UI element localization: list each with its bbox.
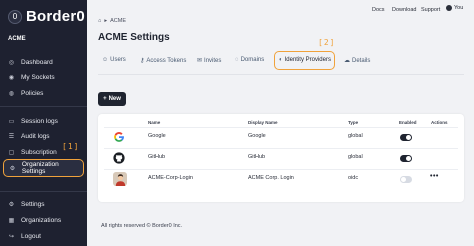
sidebar-item-label: Dashboard: [21, 58, 53, 66]
sidebar-item-policies[interactable]: ◍ Policies: [0, 86, 87, 100]
sidebar-item-audit-logs[interactable]: ☰ Audit logs: [0, 129, 87, 143]
provider-name: Google: [148, 133, 166, 139]
page-title: ACME Settings: [98, 32, 170, 43]
session-logs-icon: ▭: [8, 118, 15, 125]
tabs-divider: [98, 74, 464, 75]
tab-label: Invites: [204, 57, 222, 64]
callout-label-2: [2]: [318, 38, 336, 47]
provider-display-name: Google: [248, 133, 266, 139]
home-icon[interactable]: ⌂: [98, 18, 101, 24]
sidebar-item-my-sockets[interactable]: ◉ My Sockets: [0, 70, 87, 84]
tab-invites[interactable]: ✉ Invites: [197, 57, 222, 65]
new-button[interactable]: + New: [98, 92, 126, 106]
table-row-divider: [104, 169, 458, 170]
sidebar-item-organization-settings[interactable]: ⚙ Organization Settings: [3, 159, 84, 177]
tab-domains[interactable]: ◌ Domains: [235, 57, 264, 63]
column-header-actions: Actions: [431, 120, 448, 125]
sidebar-item-organizations[interactable]: ▦ Organizations: [0, 213, 87, 227]
sidebar-item-label: Policies: [21, 89, 44, 97]
column-header-type: Type: [348, 120, 359, 125]
globe-icon: ◌: [235, 57, 239, 63]
sockets-icon: ◉: [8, 74, 15, 81]
column-header-enabled: Enabled: [399, 120, 417, 125]
sidebar-item-label: Session logs: [21, 117, 58, 125]
org-name: ACME: [8, 36, 26, 42]
tab-label: Details: [352, 57, 371, 64]
enabled-toggle[interactable]: [400, 134, 412, 141]
sidebar-item-settings[interactable]: ⚙ Settings: [0, 197, 87, 211]
organizations-icon: ▦: [8, 217, 15, 224]
sidebar-item-label: Organization Settings: [21, 161, 59, 175]
sidebar-item-label: Settings: [21, 200, 45, 208]
subscription-icon: ▢: [8, 149, 15, 156]
provider-display-name: GitHub: [248, 154, 266, 160]
table-header-divider: [104, 127, 458, 128]
provider-type: oidc: [348, 175, 359, 181]
sidebar-item-label: My Sockets: [21, 73, 55, 81]
tab-label: Access Tokens: [146, 57, 187, 64]
callout-label-1: [1]: [62, 142, 80, 151]
sidebar-item-logout[interactable]: ↪ Logout: [0, 229, 87, 243]
cloud-icon: ☁: [344, 58, 350, 64]
audit-logs-icon: ☰: [8, 133, 15, 140]
table-row-divider: [104, 148, 458, 149]
provider-name: GitHub: [148, 154, 166, 160]
acme-avatar-icon: [113, 172, 127, 186]
logout-icon: ↪: [8, 233, 15, 240]
sidebar-item-dashboard[interactable]: ◎ Dashboard: [0, 55, 87, 69]
tab-label: Identity Providers: [284, 57, 331, 63]
enabled-toggle[interactable]: [400, 176, 412, 183]
identity-icon: ◐: [279, 57, 283, 63]
docs-link[interactable]: Docs: [372, 7, 385, 13]
enabled-toggle[interactable]: [400, 155, 412, 162]
column-header-display-name: Display Name: [248, 120, 278, 125]
footer-copyright: All rights reserved © Border0 Inc.: [101, 223, 183, 229]
user-menu[interactable]: You: [446, 5, 463, 11]
gear-icon: ⚙: [9, 165, 16, 172]
provider-name: ACME-Corp-Login: [148, 175, 193, 181]
policies-icon: ◍: [8, 90, 15, 97]
sidebar-item-label: Organizations: [21, 216, 62, 224]
breadcrumb-separator: ▸: [104, 18, 108, 24]
sidebar-item-session-logs[interactable]: ▭ Session logs: [0, 114, 87, 128]
tab-label: Users: [110, 57, 126, 63]
gear-icon: ⚙: [8, 201, 15, 208]
google-logo-icon: [112, 130, 126, 144]
tab-details[interactable]: ☁ Details: [344, 57, 371, 65]
key-icon: ⚷: [140, 58, 145, 64]
support-link[interactable]: Support: [421, 7, 440, 13]
invite-icon: ✉: [197, 58, 203, 64]
user-label: You: [454, 5, 464, 11]
tab-identity-providers[interactable]: ◐ Identity Providers: [279, 57, 331, 63]
brand-logo[interactable]: 0 Border0: [8, 8, 85, 25]
new-button-label: New: [108, 96, 121, 102]
breadcrumb-current: ACME: [110, 18, 126, 24]
users-icon: ☺: [102, 57, 109, 63]
github-logo-icon: [112, 151, 126, 165]
sidebar-item-label: Subscription: [21, 148, 57, 156]
plus-icon: +: [103, 96, 107, 102]
brand-name: Border0: [26, 8, 85, 25]
breadcrumb: ⌂ ▸ ACME: [98, 18, 126, 24]
column-header-name: Name: [148, 120, 161, 125]
sidebar-item-label: Logout: [21, 232, 41, 240]
sidebar-item-label: Audit logs: [21, 132, 50, 140]
dashboard-icon: ◎: [8, 59, 15, 66]
sidebar: 0 Border0 ACME ◎ Dashboard ◉ My Sockets …: [0, 0, 87, 246]
provider-display-name: ACME Corp. Login: [248, 175, 294, 181]
tab-users[interactable]: ☺ Users: [102, 57, 126, 63]
tab-label: Domains: [240, 57, 265, 63]
sidebar-divider: [0, 106, 87, 107]
border0-logo-icon: 0: [8, 9, 22, 24]
provider-type: global: [348, 133, 363, 139]
download-link[interactable]: Download: [392, 7, 416, 13]
more-actions-icon[interactable]: •••: [430, 173, 439, 180]
sidebar-divider: [0, 191, 87, 192]
tab-access-tokens[interactable]: ⚷ Access Tokens: [140, 57, 187, 65]
user-avatar-icon: [446, 5, 452, 11]
provider-type: global: [348, 154, 363, 160]
